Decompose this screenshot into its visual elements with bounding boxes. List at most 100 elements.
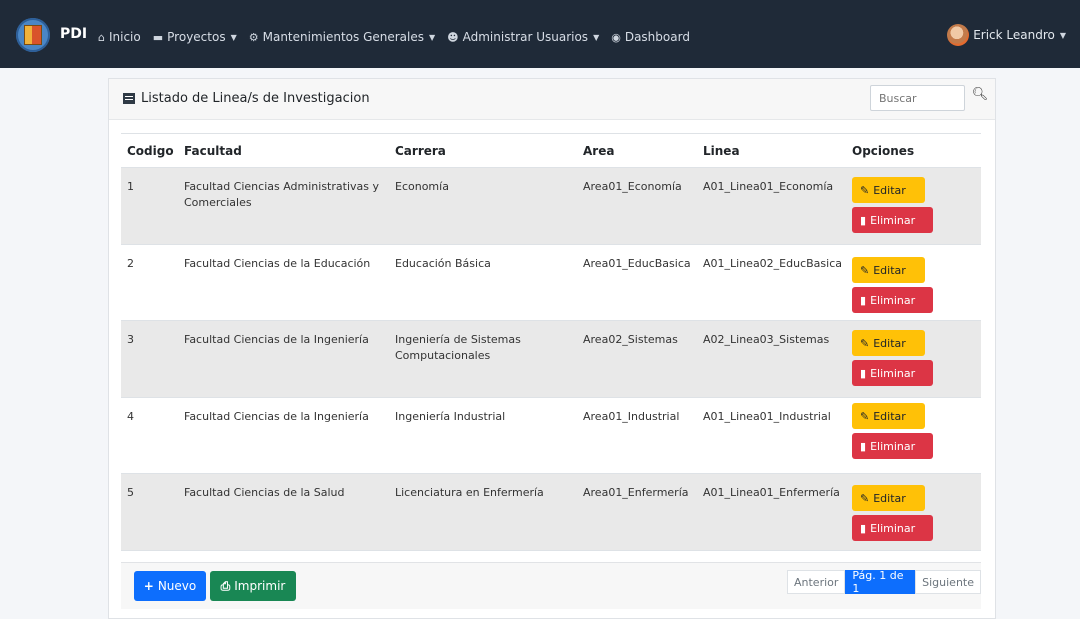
print-button-label: Imprimir [234,579,286,593]
cell-facultad: Facultad Ciencias de la Educación [184,257,371,270]
cell-codigo: 4 [127,410,134,423]
page-title: Listado de Linea/s de Investigacion [123,91,370,106]
edit-button[interactable]: ✎ Editar [852,403,925,429]
edit-icon: ✎ [860,491,870,505]
cell-facultad: Facultad Ciencias de la Salud [184,486,345,499]
pagination-next[interactable]: Siguiente [915,570,981,594]
brand-name[interactable]: PDI [60,26,87,42]
nav-item-inicio[interactable]: ⌂ Inicio [98,30,141,44]
nav-item-label: Mantenimientos Generales [262,30,424,44]
nav-item-proyectos[interactable]: ▬ Proyectos ▼ [153,30,237,44]
edit-button-label: Editar [873,491,906,505]
home-icon: ⌂ [98,30,105,44]
new-button-label: Nuevo [157,579,197,593]
column-header-facultad: Facultad [184,144,242,158]
search-icon[interactable]: 🔍︎ [971,87,989,105]
cell-linea: A02_Linea03_Sistemas [703,333,830,346]
trash-icon: ▮ [860,439,867,453]
card-footer: + Nuevo ⎙ Imprimir Anterior Pág. 1 de 1 … [121,562,981,609]
cell-carrera: Ingeniería Industrial [395,410,506,423]
chevron-down-icon: ▼ [230,32,237,42]
chevron-down-icon: ▼ [429,32,436,42]
cell-codigo: 2 [127,257,134,270]
column-header-area: Area [583,144,615,158]
cell-linea: A01_Linea02_EducBasica [703,257,842,270]
edit-button[interactable]: ✎ Editar [852,257,925,283]
cell-facultad: Facultad Ciencias Administrativas y Come… [184,180,379,209]
avatar [947,24,970,46]
cell-carrera: Licenciatura en Enfermería [395,486,544,499]
nav-menu: ⌂ Inicio ▬ Proyectos ▼ ⚙ Mantenimientos … [98,30,702,44]
chevron-down-icon: ▼ [1059,30,1066,40]
pagination-previous[interactable]: Anterior [787,570,846,594]
nav-item-label: Inicio [108,30,141,44]
edit-icon: ✎ [860,409,870,423]
search-input[interactable] [870,85,965,111]
cell-codigo: 1 [127,180,134,193]
table-row: 4 Facultad Ciencias de la Ingeniería Ing… [121,398,981,474]
plus-icon: + [143,579,154,593]
user-menu[interactable]: Erick Leandro ▼ [947,24,1066,46]
cogs-icon: ⚙ [248,30,259,44]
cell-linea: A01_Linea01_Industrial [703,410,831,423]
delete-button-label: Eliminar [870,213,916,227]
pagination-current[interactable]: Pág. 1 de 1 [845,569,916,595]
cell-linea: A01_Linea01_Enfermería [703,486,840,499]
cell-area: Area01_Economía [583,180,682,193]
delete-button-label: Eliminar [870,439,916,453]
nav-item-label: Administrar Usuarios [462,30,589,44]
delete-button[interactable]: ▮ Eliminar [852,207,933,233]
nav-item-label: Proyectos [167,30,226,44]
delete-button[interactable]: ▮ Eliminar [852,287,933,313]
column-header-codigo: Codigo [127,144,174,158]
user-name: Erick Leandro [973,28,1055,42]
brand-logo-icon[interactable] [16,18,50,52]
trash-icon: ▮ [860,366,867,380]
edit-button[interactable]: ✎ Editar [852,485,925,511]
card-header: Listado de Linea/s de Investigacion 🔍︎ [109,79,995,120]
cell-area: Area01_Industrial [583,410,680,423]
printer-icon: ⎙ [220,578,231,593]
edit-icon: ✎ [860,263,870,277]
edit-button-label: Editar [873,183,906,197]
cell-area: Area01_Enfermería [583,486,689,499]
lineas-table: Codigo Facultad Carrera Area Linea Opcio… [121,133,981,551]
delete-button-label: Eliminar [870,366,916,380]
lineas-card: Listado de Linea/s de Investigacion 🔍︎ C… [108,78,996,619]
edit-button[interactable]: ✎ Editar [852,330,925,356]
nav-item-usuarios[interactable]: ☻ Administrar Usuarios ▼ [447,30,599,44]
nav-item-dashboard[interactable]: ◉ Dashboard [611,30,690,44]
delete-button[interactable]: ▮ Eliminar [852,515,933,541]
table-row: 1 Facultad Ciencias Administrativas y Co… [121,168,981,245]
table-row: 5 Facultad Ciencias de la Salud Licencia… [121,474,981,551]
table-list-icon [123,93,135,104]
trash-icon: ▮ [860,521,867,535]
cell-carrera: Ingeniería de Sistemas Computacionales [395,333,521,362]
cell-codigo: 3 [127,333,134,346]
edit-icon: ✎ [860,183,870,197]
column-header-linea: Linea [703,144,740,158]
cell-carrera: Economía [395,180,449,193]
nav-item-mantenimientos[interactable]: ⚙ Mantenimientos Generales ▼ [249,30,435,44]
cell-facultad: Facultad Ciencias de la Ingeniería [184,333,369,346]
chevron-down-icon: ▼ [593,32,600,42]
folder-icon: ▬ [152,30,164,44]
cell-carrera: Educación Básica [395,257,491,270]
trash-icon: ▮ [860,293,867,307]
cell-area: Area02_Sistemas [583,333,678,346]
print-button[interactable]: ⎙ Imprimir [210,571,296,601]
column-header-carrera: Carrera [395,144,446,158]
table-header: Codigo Facultad Carrera Area Linea Opcio… [121,133,981,168]
nav-item-label: Dashboard [624,30,690,44]
delete-button-label: Eliminar [870,293,916,307]
cell-linea: A01_Linea01_Economía [703,180,834,193]
page-title-text: Listado de Linea/s de Investigacion [141,91,370,106]
edit-button-label: Editar [873,409,906,423]
new-button[interactable]: + Nuevo [134,571,206,601]
delete-button[interactable]: ▮ Eliminar [852,433,933,459]
edit-button[interactable]: ✎ Editar [852,177,925,203]
edit-button-label: Editar [873,263,906,277]
edit-button-label: Editar [873,336,906,350]
table-row: 2 Facultad Ciencias de la Educación Educ… [121,245,981,321]
delete-button[interactable]: ▮ Eliminar [852,360,933,386]
